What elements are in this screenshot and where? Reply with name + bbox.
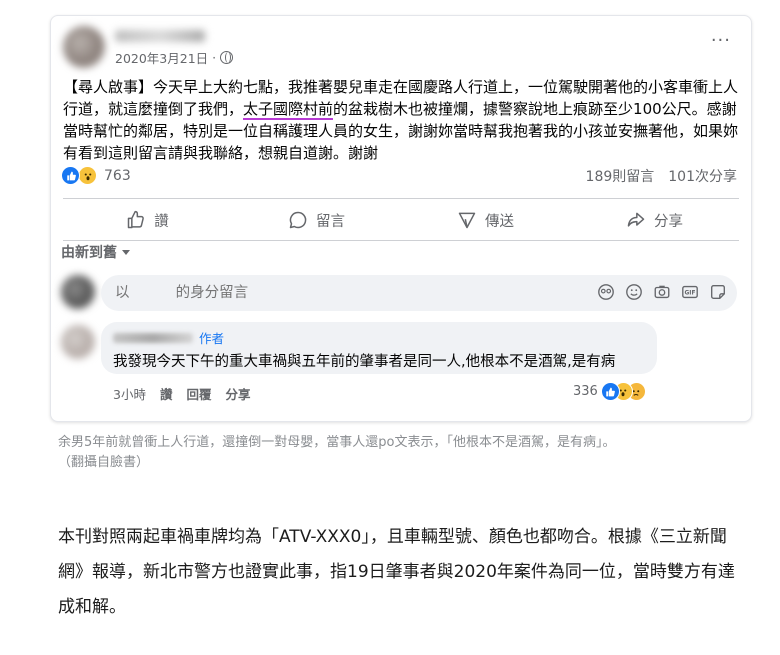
comment-count[interactable]: 189則留言	[586, 166, 655, 186]
post-reaction-count: 763	[104, 167, 131, 184]
globe-icon	[220, 51, 234, 64]
divider	[63, 240, 739, 241]
article-paragraph: 本刊對照兩起車禍車牌均為「ATV-XXX0」，且車輛型號、顏色也都吻合。根據《三…	[58, 527, 735, 617]
comment-reactions[interactable]: 336	[573, 382, 646, 401]
share-count[interactable]: 101次分享	[668, 166, 737, 186]
comment-like-button[interactable]: 讚	[160, 384, 173, 403]
comment-box-icons: GIF	[597, 283, 727, 301]
comment-text: 我發現今天下午的重大車禍與五年前的肇事者是同一人,他根本不是酒駕,是有病	[113, 354, 616, 370]
share-icon	[627, 212, 645, 227]
comment-sort-dropdown[interactable]: 由新到舊	[61, 242, 130, 262]
underlined-phrase: 太子國際村前	[243, 100, 334, 120]
author-badge: 作者	[199, 331, 225, 346]
poster-avatar[interactable]	[63, 26, 105, 68]
comment-input[interactable]	[113, 284, 277, 302]
post-reactions[interactable]: 763	[61, 166, 131, 185]
wow-reaction-icon	[78, 166, 97, 185]
current-user-avatar[interactable]	[61, 275, 95, 309]
post-action-bar: 讚 留言 傳送 分享	[63, 202, 739, 238]
comment-input-box[interactable]: GIF	[101, 275, 737, 311]
commenter-avatar[interactable]	[61, 325, 95, 359]
post-counts: 189則留言 101次分享	[586, 166, 737, 186]
like-reaction-icon	[600, 382, 620, 401]
poster-name-redacted[interactable]	[115, 30, 205, 42]
sticker-icon[interactable]	[709, 283, 727, 301]
svg-text:GIF: GIF	[685, 291, 696, 297]
like-icon	[128, 210, 145, 229]
camera-icon[interactable]	[653, 283, 671, 301]
comment-bubble: 作者 我發現今天下午的重大車禍與五年前的肇事者是同一人,他根本不是酒駕,是有病	[101, 322, 657, 374]
image-caption: 余男5年前就曾衝上人行道，還撞倒一對母嬰，當事人還po文表示，「他根本不是酒駕，…	[58, 435, 616, 470]
emoji-icon[interactable]	[625, 283, 643, 301]
comment-share-button[interactable]: 分享	[225, 384, 250, 403]
facebook-post-card: 2020年3月21日 · ··· 【尋人啟事】今天早上大約七點，我推著嬰兒車走在…	[50, 15, 752, 422]
share-button[interactable]: 分享	[570, 202, 739, 238]
comment-button[interactable]: 留言	[232, 202, 401, 238]
sticker-emoji-icon[interactable]	[597, 283, 615, 301]
like-button[interactable]: 讚	[63, 202, 232, 238]
caret-down-icon	[122, 249, 130, 255]
commenter-name-redacted[interactable]	[113, 332, 193, 343]
send-icon	[458, 212, 476, 229]
comment-header: 作者	[113, 328, 645, 347]
comment-reply-button[interactable]: 回覆	[186, 384, 211, 403]
post-meta: 2020年3月21日 ·	[115, 48, 234, 67]
more-icon[interactable]: ···	[711, 30, 731, 51]
divider	[63, 198, 739, 199]
send-button[interactable]: 傳送	[401, 202, 570, 238]
comment-actions: 3小時 讚 回覆 分享	[113, 384, 251, 403]
gif-icon[interactable]: GIF	[681, 283, 699, 301]
like-reaction-icon	[61, 166, 80, 185]
post-text: 【尋人啟事】今天早上大約七點，我推著嬰兒車走在國慶路人行道上，一位駕駛開著他的小…	[63, 78, 739, 162]
post-date[interactable]: 2020年3月21日	[115, 48, 208, 67]
comment-icon	[289, 211, 307, 229]
comment-time[interactable]: 3小時	[113, 384, 146, 403]
comment-reaction-count: 336	[573, 384, 598, 399]
